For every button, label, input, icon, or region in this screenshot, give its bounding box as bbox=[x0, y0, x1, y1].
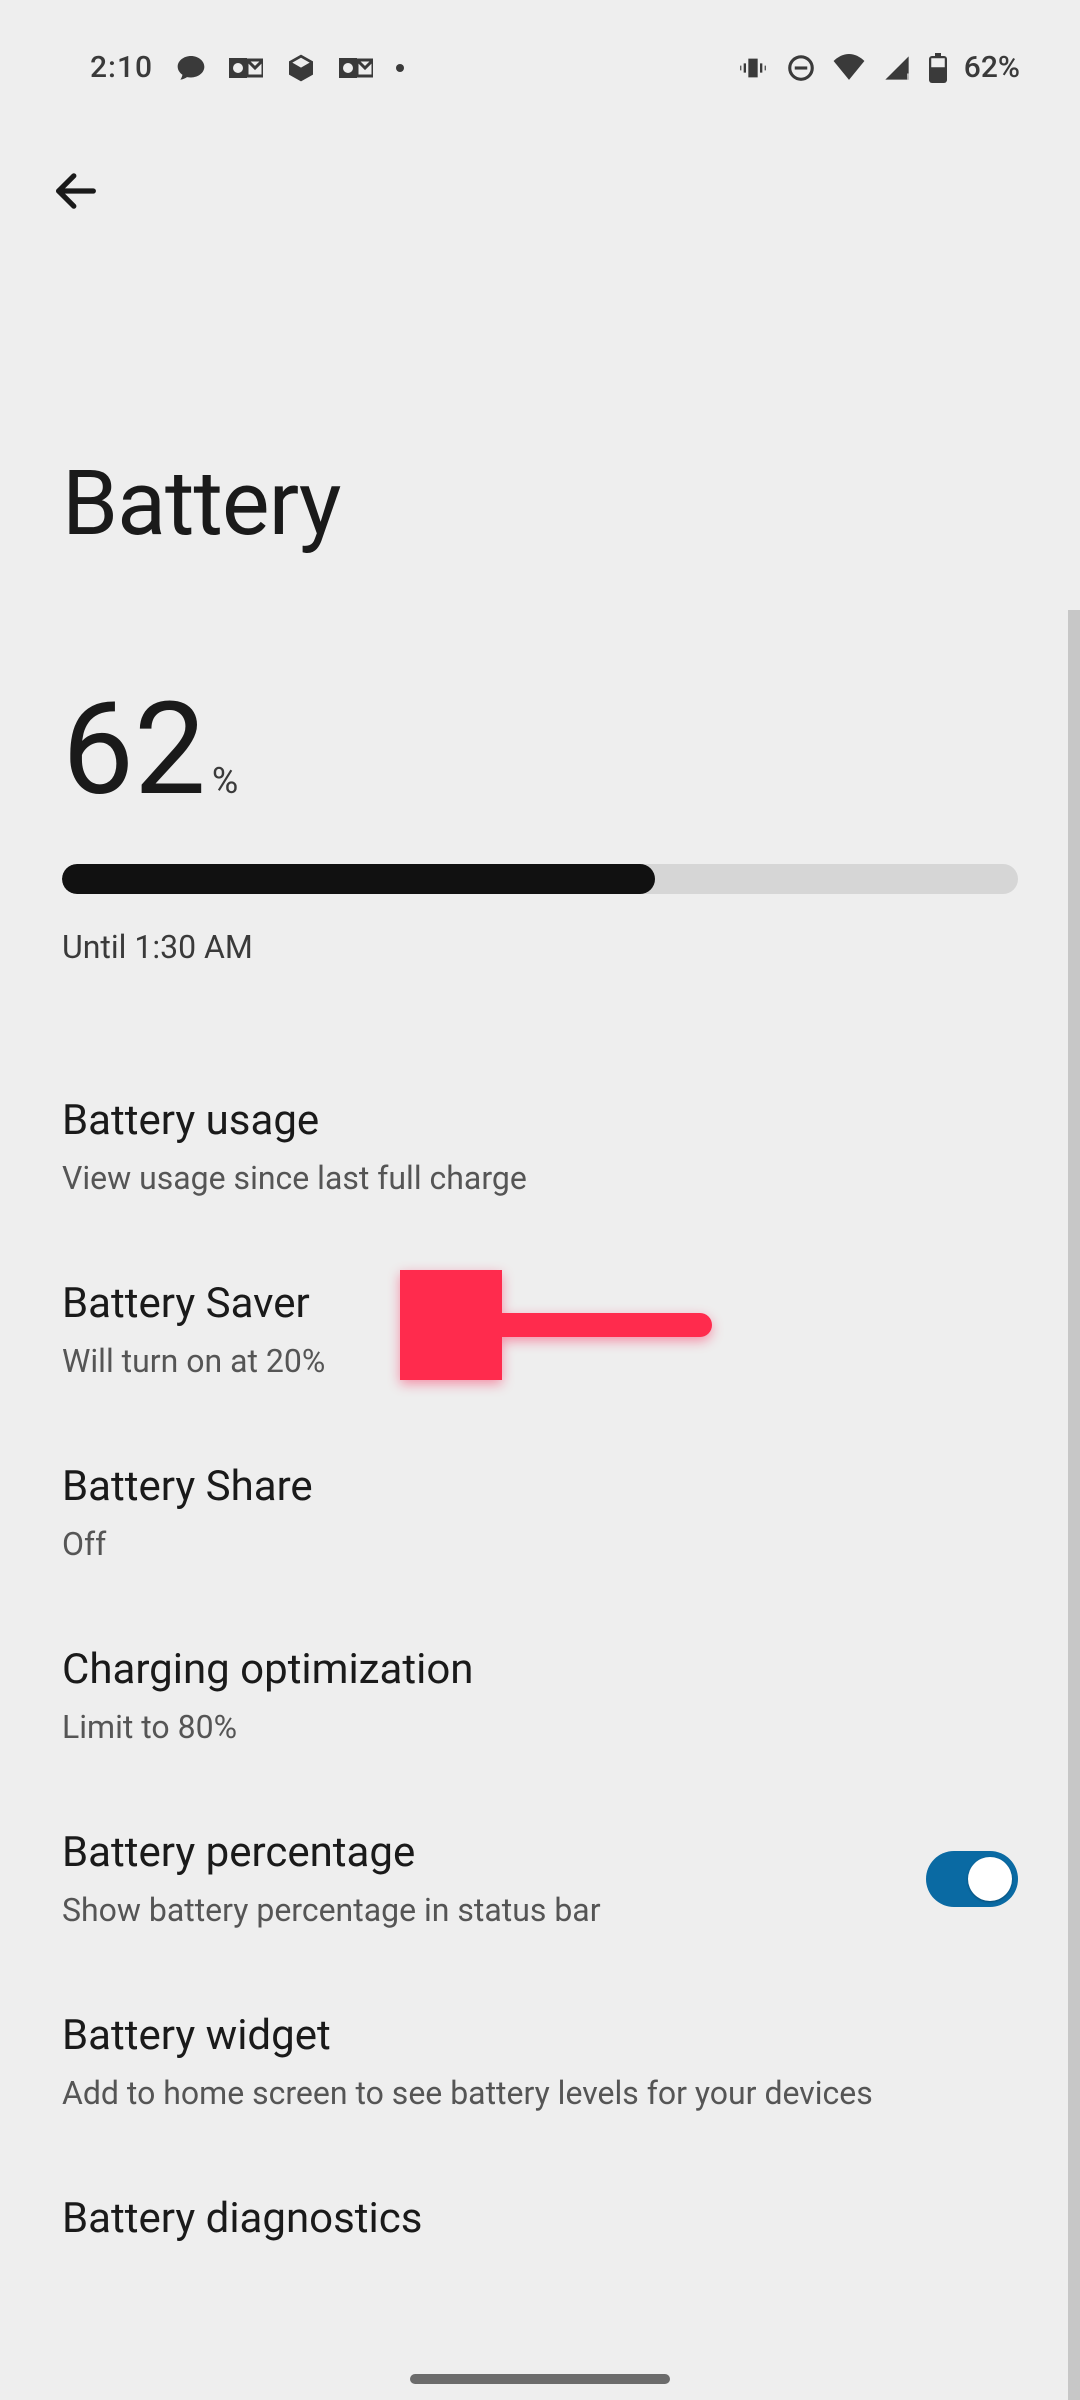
item-battery-widget[interactable]: Battery widget Add to home screen to see… bbox=[0, 1971, 1080, 2154]
outlook-icon bbox=[339, 54, 373, 82]
settings-list: Battery usage View usage since last full… bbox=[0, 1056, 1080, 2243]
scrollbar[interactable] bbox=[1068, 610, 1080, 2400]
item-title: Battery percentage bbox=[62, 1828, 601, 1877]
package-icon bbox=[285, 52, 317, 84]
outlook-icon bbox=[229, 54, 263, 82]
item-battery-diagnostics[interactable]: Battery diagnostics bbox=[0, 2154, 1080, 2243]
battery-percent-display: 62 % bbox=[0, 556, 1080, 814]
battery-percentage-toggle[interactable] bbox=[926, 1851, 1018, 1907]
home-indicator[interactable] bbox=[410, 2374, 670, 2384]
do-not-disturb-icon bbox=[786, 53, 816, 83]
item-battery-saver[interactable]: Battery Saver Will turn on at 20% bbox=[0, 1239, 1080, 1422]
item-subtitle: Show battery percentage in status bar bbox=[62, 1891, 601, 1929]
battery-until-text: Until 1:30 AM bbox=[0, 894, 1080, 966]
item-subtitle: Limit to 80% bbox=[62, 1708, 473, 1746]
item-title: Battery Share bbox=[62, 1462, 313, 1511]
item-subtitle: Off bbox=[62, 1525, 313, 1563]
top-bar bbox=[0, 85, 1080, 221]
wifi-icon bbox=[832, 54, 866, 82]
item-title: Battery Saver bbox=[62, 1279, 325, 1328]
item-subtitle: Will turn on at 20% bbox=[62, 1342, 325, 1380]
vibrate-icon bbox=[736, 54, 770, 82]
battery-progress-fill bbox=[62, 864, 655, 894]
item-title: Battery widget bbox=[62, 2011, 873, 2060]
item-title: Battery diagnostics bbox=[62, 2194, 422, 2243]
item-subtitle: View usage since last full charge bbox=[62, 1159, 527, 1197]
battery-icon bbox=[928, 53, 948, 83]
item-battery-percentage[interactable]: Battery percentage Show battery percenta… bbox=[0, 1788, 1080, 1971]
item-battery-share[interactable]: Battery Share Off bbox=[0, 1422, 1080, 1605]
status-right: ! 62% bbox=[736, 50, 1020, 85]
battery-percent-number: 62 bbox=[62, 686, 206, 814]
toggle-knob bbox=[968, 1857, 1012, 1901]
status-left: 2:10 bbox=[90, 50, 405, 85]
signal-icon: ! bbox=[882, 54, 912, 82]
item-battery-usage[interactable]: Battery usage View usage since last full… bbox=[0, 1056, 1080, 1239]
back-button[interactable] bbox=[50, 165, 102, 217]
battery-percent-text: 62% bbox=[964, 50, 1020, 85]
svg-text:!: ! bbox=[906, 71, 909, 82]
item-charging-optimization[interactable]: Charging optimization Limit to 80% bbox=[0, 1605, 1080, 1788]
item-title: Battery usage bbox=[62, 1096, 527, 1145]
percent-sign: % bbox=[212, 760, 238, 802]
page-title: Battery bbox=[0, 221, 1080, 556]
item-subtitle: Add to home screen to see battery levels… bbox=[62, 2074, 873, 2112]
dot-icon bbox=[395, 63, 405, 73]
status-bar: 2:10 ! 62% bbox=[0, 0, 1080, 85]
status-time: 2:10 bbox=[90, 50, 153, 85]
item-title: Charging optimization bbox=[62, 1645, 473, 1694]
chat-bubble-icon bbox=[175, 52, 207, 84]
battery-progress-bar bbox=[62, 864, 1018, 894]
